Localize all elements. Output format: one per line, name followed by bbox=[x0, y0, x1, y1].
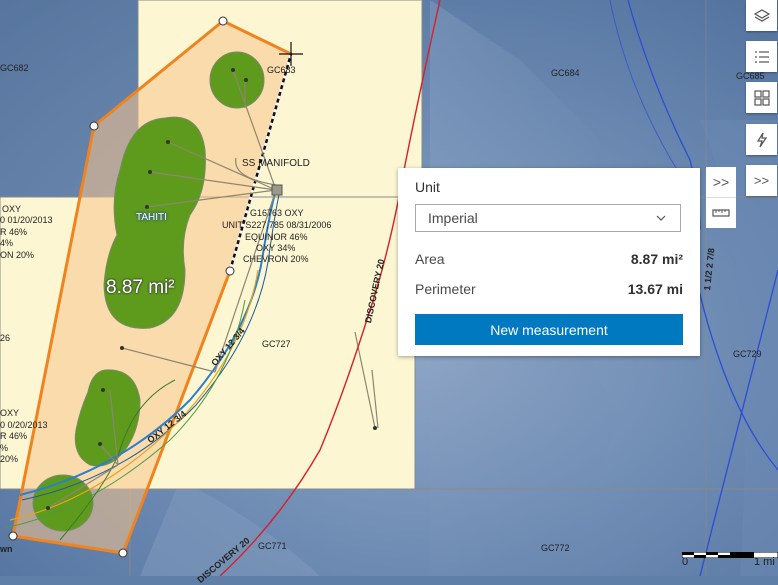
layers-icon bbox=[753, 8, 770, 22]
ruler-icon bbox=[712, 209, 730, 217]
block-label: GC727 bbox=[262, 339, 291, 349]
lease-info-line: 4% bbox=[0, 238, 14, 248]
block-label: GC771 bbox=[258, 541, 287, 551]
lease-info-line: CHEVRON 20% bbox=[243, 254, 309, 264]
collapse-icon: >> bbox=[712, 174, 730, 190]
lease-info-line: OXY bbox=[0, 408, 20, 418]
lease-info-line: R 46% bbox=[0, 431, 28, 441]
lightning-icon bbox=[756, 132, 767, 147]
left-number: 26 bbox=[0, 333, 11, 343]
area-value: 8.87 mi² bbox=[630, 251, 683, 267]
field-name-label: TAHITI bbox=[136, 212, 167, 223]
lease-info-line: OXY bbox=[2, 204, 22, 214]
legend-icon bbox=[754, 50, 769, 63]
chevron-down-icon bbox=[656, 215, 666, 221]
lease-info-line: OXY 34% bbox=[256, 243, 296, 253]
scale-unit: 1 mi bbox=[754, 556, 775, 568]
new-measurement-button[interactable]: New measurement bbox=[415, 314, 683, 345]
lease-info-line: EQUINOR 46% bbox=[245, 232, 308, 242]
lease-info-line: ON 20% bbox=[0, 250, 35, 260]
unit-label: Unit bbox=[415, 179, 440, 195]
collapse-measure-button[interactable]: >> bbox=[706, 167, 736, 198]
block-label: GC684 bbox=[551, 68, 580, 78]
expand-icon: >> bbox=[753, 173, 770, 188]
unit-select-value: Imperial bbox=[428, 210, 478, 226]
block-label: GC685 bbox=[736, 71, 765, 81]
lightning-button[interactable] bbox=[746, 124, 777, 155]
lease-info-line: G16763 OXY bbox=[250, 208, 304, 218]
unit-select[interactable]: Imperial bbox=[415, 204, 681, 232]
layers-button[interactable] bbox=[746, 0, 777, 31]
lease-info-line: 0 0/20/2013 bbox=[0, 420, 48, 430]
block-label: GC683 bbox=[267, 65, 296, 75]
lease-info-line: 0 01/20/2013 bbox=[0, 215, 53, 225]
expand-button[interactable]: >> bbox=[746, 165, 777, 196]
lease-info-line: UNIT S227,785 08/31/2006 bbox=[222, 220, 332, 230]
legend-button[interactable] bbox=[746, 41, 777, 72]
left-edge-label: wn bbox=[0, 544, 13, 554]
measure-tool-button[interactable] bbox=[706, 198, 736, 228]
lease-info-line: % bbox=[0, 443, 9, 453]
area-measurement-label: 8.87 mi² bbox=[106, 277, 175, 298]
scale-zero: 0 bbox=[682, 556, 689, 568]
measurement-panel: Unit Imperial Area 8.87 mi² Perimeter 13… bbox=[398, 168, 700, 356]
basemap-gallery-button[interactable] bbox=[746, 82, 777, 113]
block-label: GC729 bbox=[733, 349, 762, 359]
perimeter-value: 13.67 mi bbox=[627, 281, 683, 297]
area-row: Area 8.87 mi² bbox=[415, 251, 683, 267]
manifold-label: SS MANIFOLD bbox=[242, 158, 310, 169]
block-label: GC682 bbox=[0, 63, 29, 73]
lease-info-line: 20% bbox=[0, 454, 19, 464]
block-label: GC772 bbox=[541, 543, 570, 553]
basemap-gallery-icon bbox=[753, 89, 770, 106]
perimeter-row: Perimeter 13.67 mi bbox=[415, 281, 683, 297]
scale-bar bbox=[681, 545, 778, 559]
perimeter-label: Perimeter bbox=[415, 281, 476, 297]
area-label: Area bbox=[415, 251, 445, 267]
lease-info-line: R 46% bbox=[0, 227, 28, 237]
